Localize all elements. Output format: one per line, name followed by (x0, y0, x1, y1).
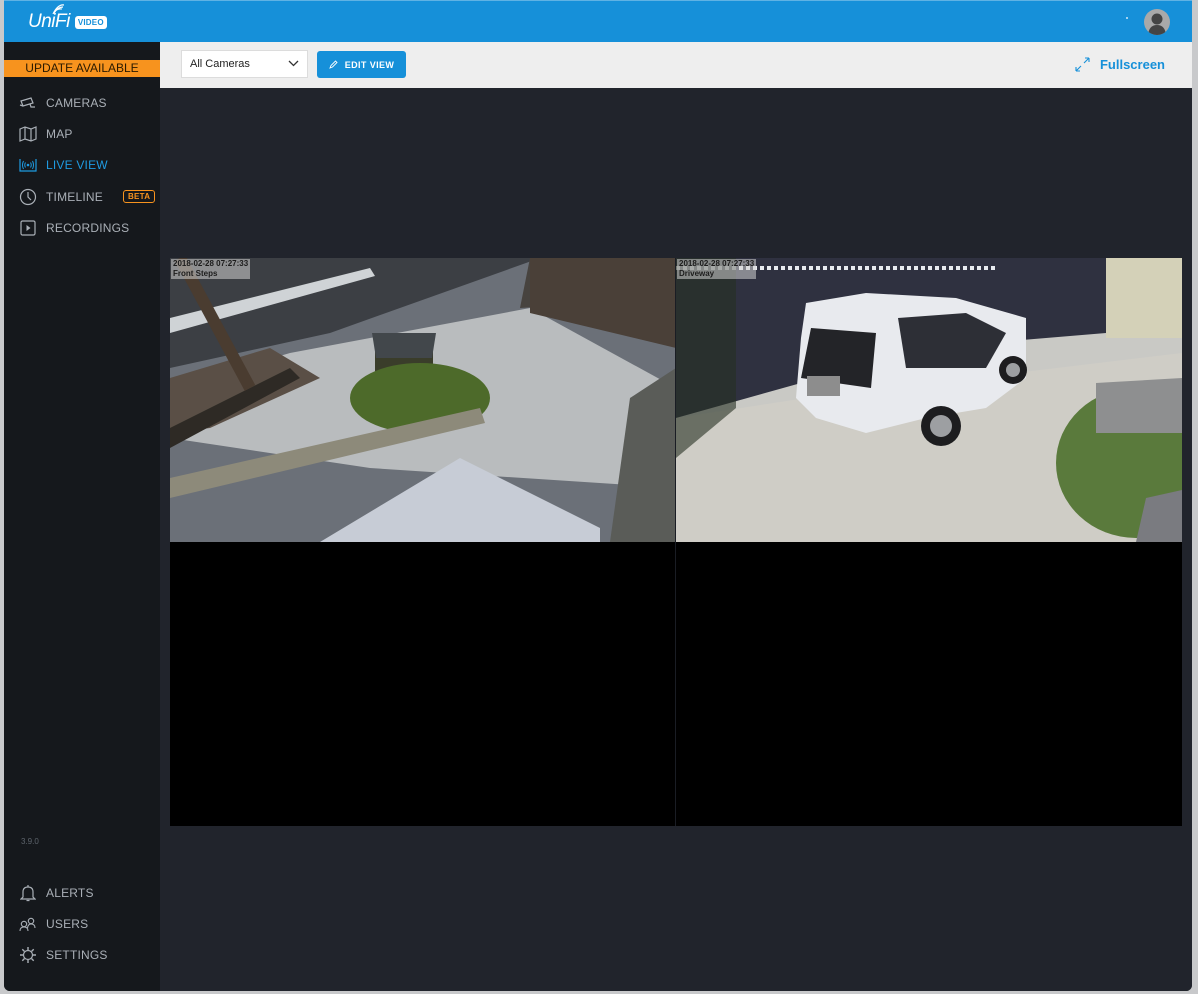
toolbar: All Cameras EDIT VIEW Fullscreen (160, 42, 1192, 88)
sidebar-nav: CAMERAS MAP LIVE VIEW TIMELINE BETA RECO… (4, 87, 160, 244)
camera-view-select-value: All Cameras (190, 58, 250, 70)
map-icon (18, 125, 38, 143)
beta-badge: BETA (122, 190, 156, 204)
camera-icon (18, 94, 38, 112)
update-available-banner[interactable]: UPDATE AVAILABLE (4, 60, 160, 77)
camera-overlay: 2018-02-28 07:27:33 Front Steps (171, 259, 251, 279)
camera-grid: 2018-02-28 07:27:33 Front Steps 2018-02-… (170, 258, 1182, 826)
logo-text: UniFi (28, 11, 70, 32)
gear-icon (18, 946, 38, 964)
sidebar: UPDATE AVAILABLE CAMERAS MAP LIVE VIEW T… (4, 42, 160, 991)
expand-icon (1075, 57, 1090, 72)
sidebar-item-live-view[interactable]: LIVE VIEW (4, 150, 160, 181)
sidebar-item-cameras[interactable]: CAMERAS (4, 87, 160, 118)
camera-view-select[interactable]: All Cameras (181, 50, 308, 78)
camera-feed-driveway (676, 258, 1182, 542)
sidebar-item-users[interactable]: USERS (4, 908, 160, 939)
camera-name: Front Steps (173, 269, 218, 278)
camera-tile-front-steps[interactable]: 2018-02-28 07:27:33 Front Steps (170, 258, 676, 542)
sidebar-item-label: SETTINGS (46, 948, 108, 963)
camera-feed-front-steps (170, 258, 675, 542)
camera-tile-empty (676, 542, 1182, 826)
pencil-icon (328, 60, 338, 69)
sidebar-bottom-nav: ALERTS USERS SETTINGS (4, 877, 160, 971)
top-bar: UniFi VIDEO (4, 0, 1192, 42)
sidebar-item-label: USERS (46, 917, 89, 932)
sidebar-item-label: MAP (46, 127, 73, 142)
camera-name: Driveway (679, 269, 715, 278)
unifi-video-logo[interactable]: UniFi VIDEO (28, 4, 107, 33)
wifi-logo-icon (52, 4, 64, 14)
sidebar-item-map[interactable]: MAP (4, 118, 160, 149)
fullscreen-label: Fullscreen (1099, 57, 1165, 72)
sidebar-item-label: CAMERAS (46, 95, 107, 110)
edit-view-label: EDIT VIEW (344, 59, 395, 70)
camera-timestamp: 2018-02-28 07:27:33 (173, 259, 249, 268)
fullscreen-button[interactable]: Fullscreen (1075, 57, 1165, 72)
chevron-down-icon (288, 60, 299, 67)
live-view-area: 2018-02-28 07:27:33 Front Steps 2018-02-… (160, 88, 1192, 991)
sidebar-item-label: LIVE VIEW (46, 158, 108, 173)
sidebar-item-timeline[interactable]: TIMELINE BETA (4, 181, 160, 212)
camera-tile-driveway[interactable]: 2018-02-28 07:27:33 Driveway (676, 258, 1182, 542)
sidebar-item-recordings[interactable]: RECORDINGS (4, 213, 160, 244)
app-window: UniFi VIDEO UPDATE AVAILABLE CAMERAS MAP… (4, 0, 1192, 991)
user-silhouette-icon (1148, 13, 1166, 35)
sidebar-item-label: RECORDINGS (46, 221, 130, 236)
user-avatar[interactable] (1144, 9, 1170, 35)
bell-icon (18, 884, 38, 902)
camera-timestamp: 2018-02-28 07:27:33 (679, 259, 755, 268)
sidebar-item-alerts[interactable]: ALERTS (4, 877, 160, 908)
sidebar-item-label: ALERTS (46, 885, 94, 900)
play-icon (18, 219, 38, 237)
camera-overlay: 2018-02-28 07:27:33 Driveway (677, 259, 757, 279)
live-view-icon (18, 156, 38, 174)
users-icon (18, 915, 38, 933)
version-label: 3.9.0 (21, 837, 39, 846)
sidebar-item-settings[interactable]: SETTINGS (4, 940, 160, 971)
clock-icon (18, 188, 38, 206)
sidebar-item-label: TIMELINE (46, 189, 103, 204)
camera-tile-empty (170, 542, 676, 826)
status-dot (1126, 17, 1128, 19)
edit-view-button[interactable]: EDIT VIEW (317, 51, 406, 78)
logo-badge: VIDEO (74, 15, 107, 29)
